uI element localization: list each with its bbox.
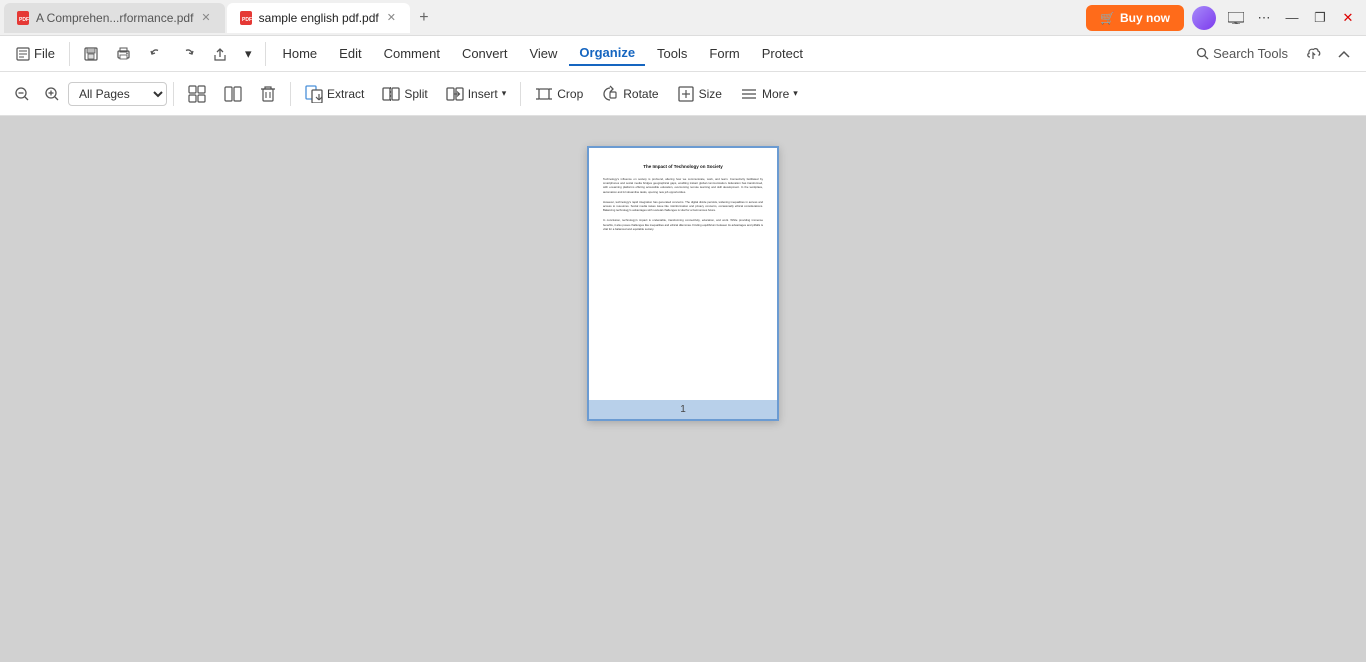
split-button[interactable]: Split (374, 80, 435, 108)
tab2-close[interactable]: ✕ (385, 9, 398, 26)
zoom-in-button[interactable] (38, 80, 66, 108)
menu-item-protect[interactable]: Protect (752, 42, 813, 65)
more-button[interactable]: More ▾ (732, 80, 806, 108)
undo-button[interactable] (141, 43, 171, 65)
svg-text:PDF: PDF (242, 17, 252, 23)
menu-item-form[interactable]: Form (699, 42, 749, 65)
toolbar: All Pages Odd Pages Even Pages Extract S… (0, 72, 1366, 116)
user-avatar[interactable] (1192, 6, 1216, 30)
insert-dropdown-icon: ▾ (502, 88, 507, 99)
page-range-select[interactable]: All Pages Odd Pages Even Pages (68, 82, 167, 106)
maximize-button[interactable]: ❐ (1306, 4, 1334, 32)
pdf-page-1[interactable]: The Impact of Technology on Society Tech… (587, 146, 779, 421)
title-bar: PDF A Comprehen...rformance.pdf ✕ PDF sa… (0, 0, 1366, 36)
more-options-button[interactable]: ⋯ (1250, 4, 1278, 32)
collapse-button[interactable] (1330, 40, 1358, 68)
menu-item-edit[interactable]: Edit (329, 42, 371, 65)
rotate-icon (601, 85, 619, 103)
title-bar-right: 🛒 Buy now ⋯ — ❐ ✕ (1086, 4, 1366, 32)
pdf-paragraph-2: However, technology's rapid integration … (603, 200, 763, 213)
pdf-paragraph-1: Technology's influence on society is pro… (603, 177, 763, 194)
pdf-page-inner: The Impact of Technology on Society Tech… (589, 148, 777, 400)
search-tools[interactable]: Search Tools (1186, 42, 1298, 65)
file-label: File (34, 46, 55, 61)
tab-2[interactable]: PDF sample english pdf.pdf ✕ (227, 3, 410, 33)
cart-icon: 🛒 (1100, 11, 1115, 25)
print-button[interactable] (108, 43, 139, 65)
tab-bar: PDF A Comprehen...rformance.pdf ✕ PDF sa… (0, 0, 1086, 35)
column-icon (224, 85, 242, 103)
tab-1[interactable]: PDF A Comprehen...rformance.pdf ✕ (4, 3, 225, 33)
pdf-paragraph-3: In conclusion, technology's impact is un… (603, 218, 763, 231)
extract-button[interactable]: Extract (297, 80, 372, 108)
thumbnail-view-button[interactable] (180, 80, 214, 108)
column-view-button[interactable] (216, 80, 250, 108)
extract-icon (305, 85, 323, 103)
pdf-container: The Impact of Technology on Society Tech… (587, 146, 779, 421)
pdf-icon-tab2: PDF (239, 11, 253, 25)
more-icon (740, 85, 758, 103)
more-chevron-icon: ▾ (793, 88, 798, 99)
new-tab-button[interactable]: + (412, 6, 436, 30)
buy-now-button[interactable]: 🛒 Buy now (1086, 5, 1184, 31)
tab1-label: A Comprehen...rformance.pdf (36, 11, 193, 25)
pdf-icon-tab1: PDF (16, 11, 30, 25)
size-icon (677, 85, 695, 103)
delete-button[interactable] (252, 80, 284, 108)
split-icon (382, 85, 400, 103)
menu-item-view[interactable]: View (519, 42, 567, 65)
menu-item-organize[interactable]: Organize (569, 41, 645, 66)
cloud-upload-button[interactable] (1300, 40, 1328, 68)
crop-button[interactable]: Crop (527, 80, 591, 108)
pdf-document-title: The Impact of Technology on Society (603, 164, 763, 169)
dropdown-button[interactable]: ▾ (237, 42, 260, 66)
svg-text:PDF: PDF (19, 17, 29, 23)
rotate-button[interactable]: Rotate (593, 80, 666, 108)
crop-icon (535, 85, 553, 103)
insert-button[interactable]: Insert ▾ (438, 80, 515, 108)
menu-bar: File ▾ Home Edit Comment Convert View Or… (0, 36, 1366, 72)
minimize-button[interactable]: — (1278, 4, 1306, 32)
search-icon (1196, 47, 1209, 60)
close-button[interactable]: ✕ (1334, 4, 1362, 32)
zoom-controls (8, 80, 66, 108)
tv-icon[interactable] (1222, 4, 1250, 32)
save-button[interactable] (76, 43, 106, 65)
menu-item-home[interactable]: Home (272, 42, 327, 65)
thumbnail-icon (188, 85, 206, 103)
main-content: The Impact of Technology on Society Tech… (0, 116, 1366, 662)
tab1-close[interactable]: ✕ (199, 9, 212, 26)
size-button[interactable]: Size (669, 80, 730, 108)
menu-item-tools[interactable]: Tools (647, 42, 697, 65)
delete-icon (260, 85, 276, 103)
menu-item-comment[interactable]: Comment (374, 42, 450, 65)
share-button[interactable] (205, 43, 235, 65)
insert-icon (446, 85, 464, 103)
zoom-out-button[interactable] (8, 80, 36, 108)
redo-button[interactable] (173, 43, 203, 65)
menu-item-convert[interactable]: Convert (452, 42, 518, 65)
menu-item-file[interactable]: File (8, 42, 63, 65)
tab2-label: sample english pdf.pdf (259, 11, 379, 25)
pdf-page-number: 1 (589, 400, 777, 419)
